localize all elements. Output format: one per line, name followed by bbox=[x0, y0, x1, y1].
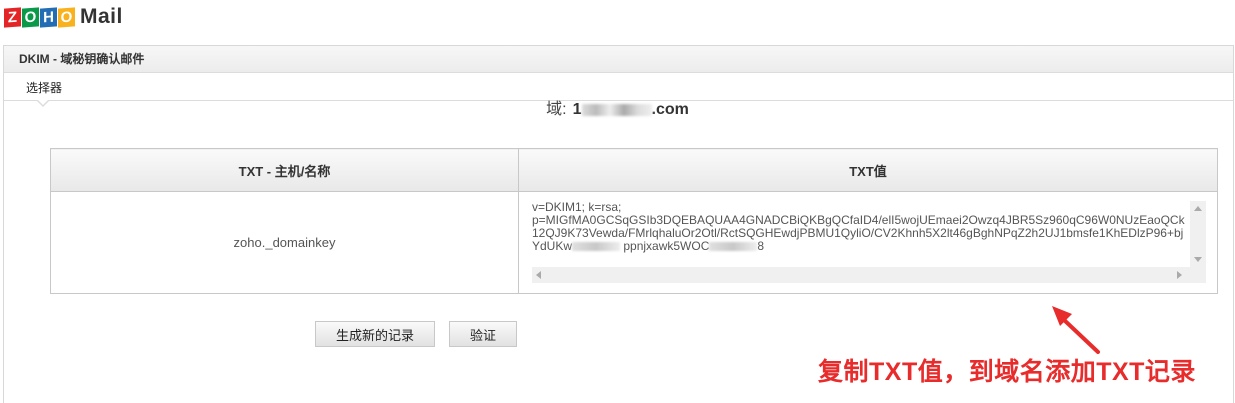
domain-value: 1 .com bbox=[573, 101, 689, 118]
logo-mail-text: Mail bbox=[80, 5, 123, 28]
txt-value-content[interactable]: v=DKIM1; k=rsa; p=MIGfMA0GCSqGSIb3DQEBAQ… bbox=[532, 201, 1206, 269]
zoho-logo-letters: Z O H O bbox=[4, 6, 76, 28]
zoho-mail-logo[interactable]: Z O H O Mail bbox=[4, 4, 123, 30]
annotation-text: 复制TXT值，到域名添加TXT记录 bbox=[818, 358, 1196, 386]
logo-letter-o2: O bbox=[58, 6, 75, 28]
domain-label: 域: bbox=[546, 101, 567, 118]
host-cell[interactable]: zoho._domainkey bbox=[50, 191, 519, 294]
domain-value-suffix: .com bbox=[651, 101, 689, 118]
domain-value-prefix: 1 bbox=[572, 101, 582, 118]
scroll-down-icon[interactable] bbox=[1194, 256, 1202, 262]
logo-letter-h: H bbox=[40, 6, 57, 28]
redacted-txt-a bbox=[572, 241, 621, 251]
table-row: zoho._domainkey v=DKIM1; k=rsa; p=MIGfMA… bbox=[50, 191, 1218, 294]
header-host: TXT - 主机/名称 bbox=[50, 148, 519, 192]
txt-value-tail-a: ppnjxawk5WOC bbox=[623, 238, 710, 253]
txt-value-cell: v=DKIM1; k=rsa; p=MIGfMA0GCSqGSIb3DQEBAQ… bbox=[518, 191, 1218, 294]
logo-letter-z: Z bbox=[4, 6, 21, 28]
verify-button[interactable]: 验证 bbox=[449, 321, 517, 347]
domain-line: 域: 1 .com bbox=[0, 95, 1235, 119]
redacted-txt-b bbox=[709, 241, 758, 251]
tab-selector[interactable]: 选择器 bbox=[26, 79, 62, 96]
horizontal-scrollbar[interactable] bbox=[532, 266, 1206, 283]
vertical-scrollbar[interactable] bbox=[1190, 200, 1206, 267]
scroll-left-icon[interactable] bbox=[536, 270, 541, 279]
txt-value-tail-b: 8 bbox=[757, 238, 765, 253]
table-header-row: TXT - 主机/名称 TXT值 bbox=[50, 148, 1218, 192]
dkim-record-table: TXT - 主机/名称 TXT值 zoho._domainkey v=DKIM1… bbox=[50, 148, 1218, 294]
header-txt-value: TXT值 bbox=[518, 148, 1218, 192]
panel-title: DKIM - 域秘钥确认邮件 bbox=[4, 46, 1233, 73]
logo-letter-o1: O bbox=[22, 6, 39, 28]
txt-value-textarea[interactable]: v=DKIM1; k=rsa; p=MIGfMA0GCSqGSIb3DQEBAQ… bbox=[532, 200, 1206, 283]
scroll-right-icon[interactable] bbox=[1177, 270, 1182, 279]
generate-new-record-button[interactable]: 生成新的记录 bbox=[315, 321, 435, 347]
scroll-up-icon[interactable] bbox=[1194, 205, 1202, 211]
redacted-domain bbox=[581, 103, 652, 116]
